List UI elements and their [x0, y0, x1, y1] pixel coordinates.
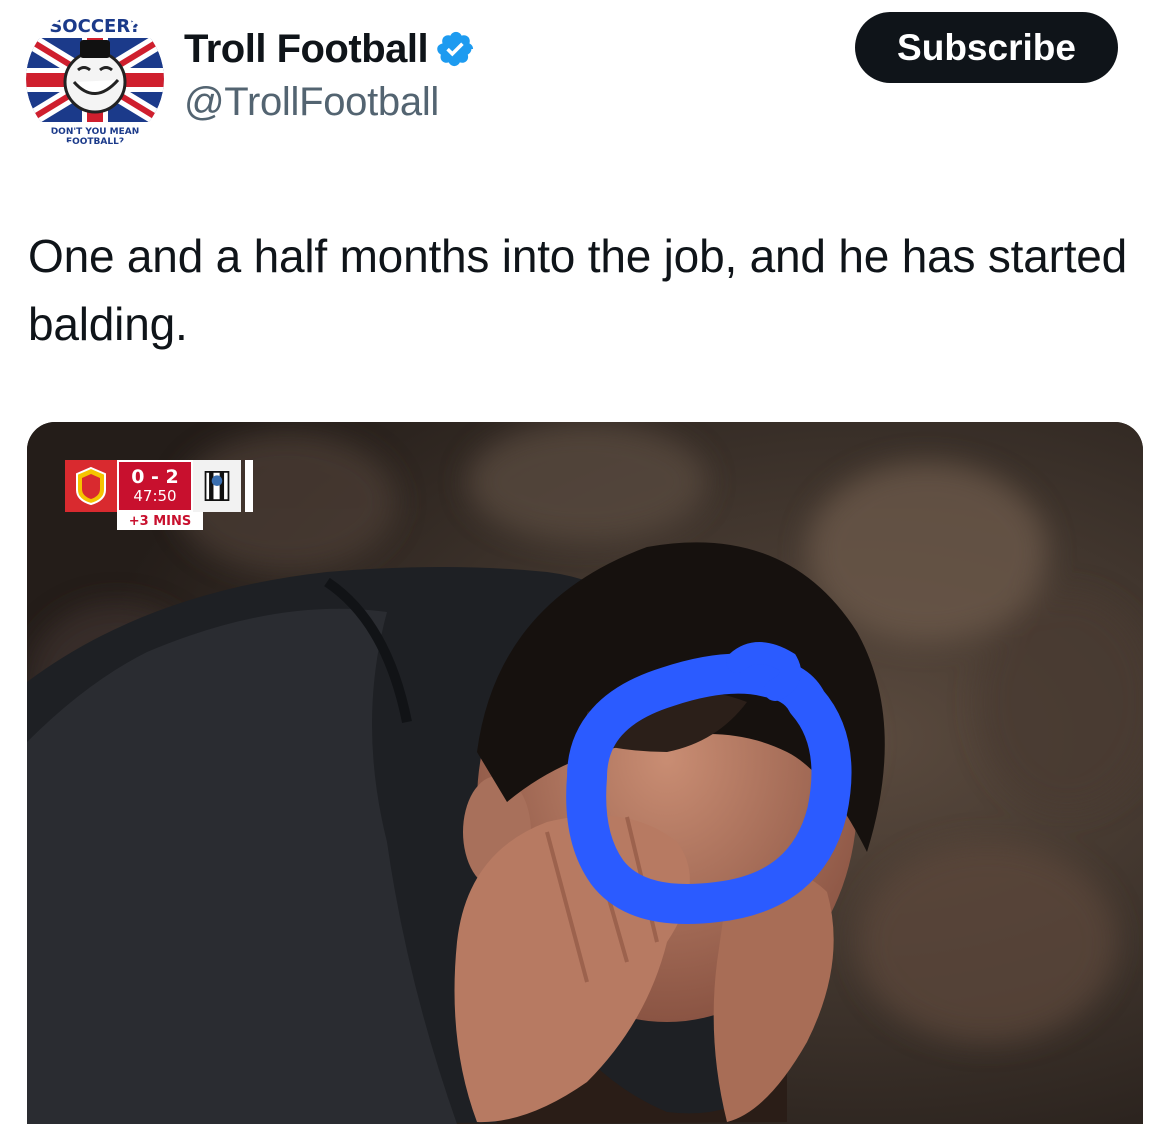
post-image[interactable]: 0 - 2 47:50 +3 MINS: [27, 422, 1143, 1124]
author-handle[interactable]: @TrollFootball: [184, 80, 439, 125]
union-jack-troll-avatar-icon: SOCCER? DON'T YOU MEAN FOOTBALL?: [26, 10, 164, 148]
post-text: One and a half months into the job, and …: [28, 230, 1128, 350]
svg-text:DON'T YOU MEAN: DON'T YOU MEAN: [51, 127, 140, 137]
home-team-crest-icon: [65, 460, 117, 512]
author-name-row[interactable]: Troll Football: [184, 26, 476, 72]
match-score: 0 - 2: [131, 466, 179, 488]
author-avatar[interactable]: SOCCER? DON'T YOU MEAN FOOTBALL?: [26, 10, 164, 148]
author-display-name[interactable]: Troll Football: [184, 27, 429, 72]
subscribe-button[interactable]: Subscribe: [855, 12, 1118, 83]
svg-text:SOCCER?: SOCCER?: [49, 16, 140, 37]
added-time: +3 MINS: [117, 512, 203, 530]
verified-badge-icon: [437, 31, 474, 67]
match-clock: 47:50: [133, 487, 177, 505]
svg-text:FOOTBALL?: FOOTBALL?: [66, 137, 124, 147]
away-team-crest-icon: [193, 460, 241, 512]
